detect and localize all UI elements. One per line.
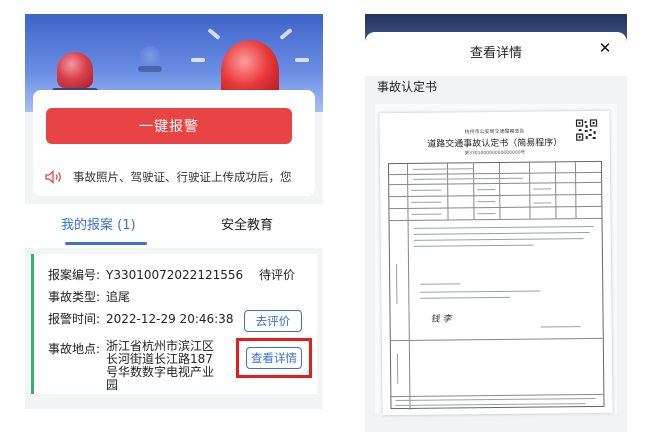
alarm-card: 一键报警 事故照片、驾驶证、行驶证上传成功后，您 xyxy=(33,90,315,196)
notice-bar: 事故照片、驾驶证、行驶证上传成功后，您 xyxy=(45,168,315,186)
field-label: 报警时间: xyxy=(48,312,101,326)
field-label: 事故类型: xyxy=(48,290,101,304)
details-screen: 查看详情 ✕ 事故认定书 杭州市公安局交通警察支队 道路交通事故认定书（简易程序… xyxy=(365,14,627,432)
tab-my-reports[interactable]: 我的报案 (1) xyxy=(61,214,136,233)
case-number-row: 报案编号: Y33010072022121556 xyxy=(48,266,243,283)
notice-text: 事故照片、驾驶证、行驶证上传成功后，您 xyxy=(73,170,292,184)
modal-title: 查看详情 xyxy=(469,46,522,61)
field-label: 报案编号: xyxy=(48,268,101,282)
status-badge: 待评价 xyxy=(258,268,295,282)
accident-type-value: 追尾 xyxy=(106,290,131,304)
rate-button[interactable]: 去评价 xyxy=(244,310,302,332)
accident-certificate-preview[interactable]: 杭州市公安局交通警察支队 道路交通事故认定书（简易程序） 第3301000000… xyxy=(375,104,617,416)
case-number-value: Y33010072022121556 xyxy=(106,268,244,282)
view-details-button[interactable]: 查看详情 xyxy=(246,347,302,369)
case-card[interactable]: 报案编号: Y33010072022121556 待评价 事故类型: 追尾 报警时间… xyxy=(31,254,317,394)
screenshot-stage: 一键报警 事故照片、驾驶证、行驶证上传成功后，您 我的报案 (1) 安全教育 报… xyxy=(0,0,665,436)
siren-icon xyxy=(135,42,165,72)
close-icon[interactable]: ✕ xyxy=(597,40,613,56)
tab-bar: 我的报案 (1) 安全教育 xyxy=(25,204,323,248)
signature: 钱 李 xyxy=(430,314,452,325)
field-label: 事故地点: xyxy=(48,342,101,356)
one-click-alarm-button[interactable]: 一键报警 xyxy=(46,108,292,144)
active-tab-indicator xyxy=(65,242,147,245)
highlight-box: 查看详情 xyxy=(236,338,312,378)
document-number: 第330100000000000000号 xyxy=(464,150,526,157)
police-report-screen: 一键报警 事故照片、驾驶证、行驶证上传成功后，您 我的报案 (1) 安全教育 报… xyxy=(25,14,323,409)
speaker-icon xyxy=(45,170,61,184)
report-time-value: 2022-12-29 20:46:38 xyxy=(106,312,234,326)
certificate-paper: 杭州市公安局交通警察支队 道路交通事故认定书（简易程序） 第3301000000… xyxy=(379,110,613,416)
report-time-row: 报警时间: 2022-12-29 20:46:38 xyxy=(48,310,233,327)
accident-type-row: 事故类型: 追尾 xyxy=(48,288,130,305)
accident-location-row: 事故地点: 浙江省杭州市滨江区长河街道长江路187号华数数字电视产业园 xyxy=(48,340,238,392)
document-title: 道路交通事故认定书（简易程序） xyxy=(427,138,563,150)
accident-location-value: 浙江省杭州市滨江区长河街道长江路187号华数数字电视产业园 xyxy=(106,339,215,392)
section-label: 事故认定书 xyxy=(377,80,438,94)
siren-icon xyxy=(45,38,105,98)
document-table: 钱 李 xyxy=(387,160,605,410)
tab-safety-education[interactable]: 安全教育 xyxy=(221,214,273,233)
